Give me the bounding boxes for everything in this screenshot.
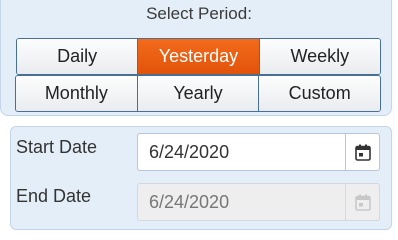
- calendar-icon: [354, 194, 371, 211]
- weekly-button[interactable]: Weekly: [259, 39, 380, 74]
- period-title: Select Period:: [146, 4, 252, 23]
- yesterday-button[interactable]: Yesterday: [138, 39, 260, 74]
- start-date-calendar-button[interactable]: [345, 134, 379, 170]
- start-date-field[interactable]: 6/24/2020: [137, 133, 380, 171]
- end-date-value[interactable]: 6/24/2020: [138, 192, 345, 213]
- yearly-button[interactable]: Yearly: [137, 76, 260, 111]
- end-date-calendar-button[interactable]: [345, 184, 379, 220]
- end-date-field[interactable]: 6/24/2020: [137, 183, 380, 221]
- period-row-1: Daily Yesterday Weekly: [16, 38, 381, 75]
- monthly-button[interactable]: Monthly: [16, 76, 138, 111]
- start-date-value[interactable]: 6/24/2020: [138, 142, 345, 163]
- calendar-icon: [354, 144, 371, 161]
- custom-button[interactable]: Custom: [259, 76, 380, 111]
- end-date-label: End Date: [16, 186, 92, 206]
- daily-button[interactable]: Daily: [17, 39, 139, 74]
- start-date-label: Start Date: [16, 137, 98, 157]
- period-row-2: Monthly Yearly Custom: [15, 75, 381, 112]
